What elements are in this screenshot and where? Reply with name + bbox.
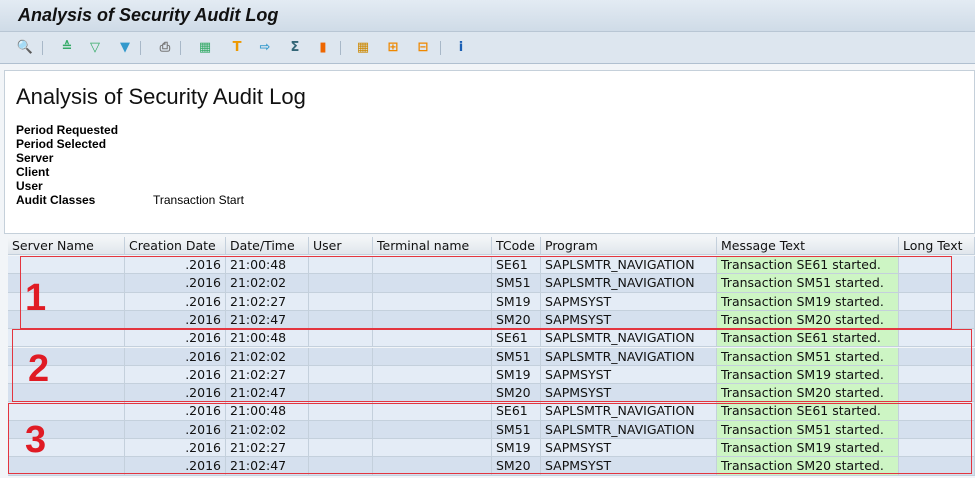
report-header: Analysis of Security Audit Log Period Re…	[4, 70, 975, 234]
sort-ascending-icon[interactable]: ≙	[58, 38, 76, 56]
column-header[interactable]: Program	[541, 237, 717, 256]
table-header: Server Name Creation Date Date/Time User Ter…	[8, 237, 975, 256]
page-title: Analysis of Security Audit Log	[16, 84, 306, 109]
toolbar-separator	[140, 41, 141, 55]
column-header[interactable]: Date/Time	[226, 237, 309, 256]
title-bar: Analysis of Security Audit Log	[0, 0, 975, 32]
window-title: Analysis of Security Audit Log	[18, 5, 279, 25]
save-layout-icon[interactable]: ⊟	[414, 38, 432, 56]
column-header[interactable]: User	[309, 237, 373, 256]
annotation-number: 3	[25, 419, 47, 461]
field-label: Audit Classes	[16, 193, 96, 207]
column-header[interactable]: Message Text	[717, 237, 899, 256]
column-header[interactable]: Terminal name	[373, 237, 492, 256]
export-spreadsheet-icon[interactable]: ▦	[196, 38, 214, 56]
field-label: Server	[16, 151, 54, 165]
sort-descending-icon[interactable]: ▽	[86, 38, 104, 56]
annotation-box	[12, 329, 972, 402]
column-header[interactable]: Long Text	[899, 237, 975, 256]
toolbar: 🔍 ≙ ▽ ▼ ⎙ ▦ T ⇨ Σ ▮ ▦ ⊞ ⊟ i	[0, 32, 975, 64]
toolbar-separator	[440, 41, 441, 55]
field-label: Client	[16, 165, 50, 179]
details-icon[interactable]: 🔍	[16, 38, 34, 56]
annotation-number: 1	[25, 277, 47, 319]
toolbar-separator	[42, 41, 43, 55]
column-header[interactable]: Creation Date	[125, 237, 226, 256]
toolbar-separator	[180, 41, 181, 55]
annotation-box	[20, 256, 952, 329]
toolbar-separator	[340, 41, 341, 55]
field-label: Period Selected	[16, 137, 107, 151]
abc-analysis-icon[interactable]: Σ	[286, 38, 304, 56]
graphic-icon[interactable]: ▮	[314, 38, 332, 56]
filter-icon[interactable]: ▼	[116, 38, 134, 56]
annotation-number: 2	[28, 348, 50, 390]
information-icon[interactable]: i	[452, 38, 470, 56]
field-value: Transaction Start	[153, 193, 244, 207]
column-header[interactable]: Server Name	[8, 237, 125, 256]
field-label: User	[16, 179, 43, 193]
column-header[interactable]: TCode	[492, 237, 541, 256]
change-layout-icon[interactable]: ▦	[354, 38, 372, 56]
word-processing-icon[interactable]: T	[228, 38, 246, 56]
print-preview-icon[interactable]: ⎙	[156, 38, 174, 56]
select-layout-icon[interactable]: ⊞	[384, 38, 402, 56]
field-label: Period Requested	[16, 123, 119, 137]
local-file-icon[interactable]: ⇨	[256, 38, 274, 56]
annotation-box	[8, 403, 972, 474]
